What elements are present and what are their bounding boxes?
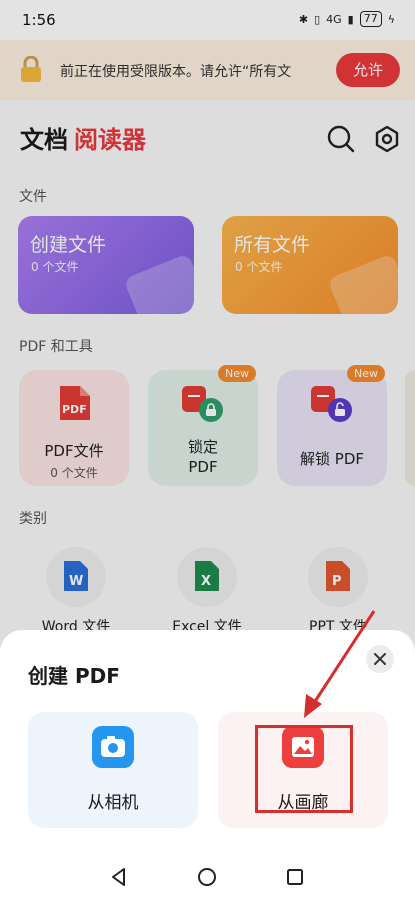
from-camera-option[interactable]: 从相机 [28,712,198,828]
recents-icon[interactable] [284,866,306,888]
close-icon [374,653,386,665]
camera-icon [92,726,134,768]
home-icon[interactable] [196,866,218,888]
from-camera-label: 从相机 [87,793,139,813]
system-nav-bar [0,852,415,900]
back-icon[interactable] [108,866,130,888]
close-button[interactable] [366,645,394,673]
sheet-title: 创建 PDF [28,664,120,688]
highlight-box [255,725,353,813]
